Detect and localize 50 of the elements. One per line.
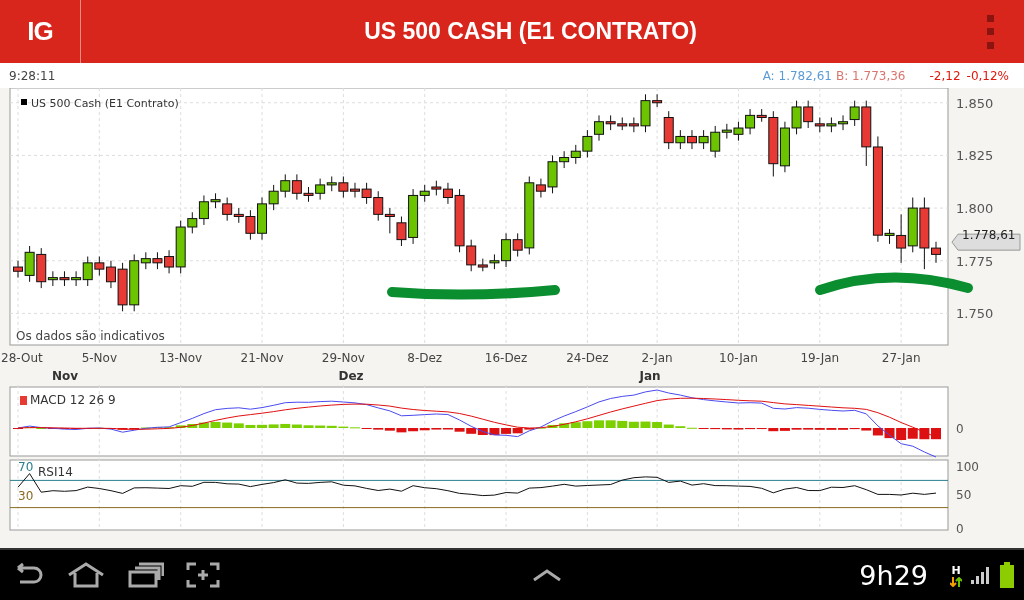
- date-axis-label: 21-Nov: [240, 351, 284, 365]
- status-clock: 9h29: [859, 559, 928, 591]
- signal-icon: [970, 565, 992, 585]
- macd-legend: MACD 12 26 9: [30, 393, 116, 407]
- date-axis-label: 27-Jan: [881, 351, 921, 365]
- last-price-label: 1.778,61: [962, 228, 1016, 243]
- date-axis-label: 29-Nov: [321, 351, 365, 365]
- quote-time: 9:28:11: [9, 68, 57, 83]
- date-axis-label: 5-Nov: [81, 351, 118, 365]
- screenshot-icon[interactable]: [186, 562, 220, 588]
- date-axis-label: 28-Out: [1, 351, 43, 365]
- price-axis-label: 1.750: [956, 306, 994, 322]
- rsi-axis-label: 0: [956, 522, 964, 536]
- disclaimer-note: Os dados são indicativos: [16, 329, 165, 343]
- month-label: Nov: [51, 369, 79, 383]
- chart-legend: US 500 Cash (E1 Contrato): [31, 97, 179, 110]
- month-label: Dez: [338, 369, 364, 383]
- rsi-legend: RSI14: [38, 465, 73, 479]
- network-type-label: H: [951, 563, 961, 577]
- date-axis-label: 13-Nov: [159, 351, 203, 365]
- date-axis-label: 10-Jan: [719, 351, 758, 365]
- upper-band-label: 70: [18, 460, 34, 474]
- caret-up-icon[interactable]: [532, 568, 562, 582]
- price-change: -2,12: [929, 68, 961, 83]
- recent-apps-icon[interactable]: [128, 562, 164, 588]
- legend-marker: [20, 396, 27, 405]
- macd-axis-label: 0: [956, 422, 964, 436]
- data-arrows-icon: [950, 576, 962, 587]
- price-axis-label: 1.825: [956, 148, 994, 164]
- instrument-title: US 500 CASH (E1 CONTRATO): [363, 18, 698, 45]
- bid-price: B: 1.773,36: [835, 68, 906, 83]
- battery-icon: [1000, 562, 1014, 588]
- percent-change: -0,12%: [966, 68, 1009, 83]
- candlestick: [384, 207, 395, 234]
- home-icon[interactable]: [66, 561, 106, 589]
- lower-band-label: 30: [18, 489, 34, 503]
- date-axis-label: 2-Jan: [641, 351, 673, 365]
- date-axis-label: 8-Dez: [407, 351, 443, 365]
- date-axis-label: 19-Jan: [800, 351, 840, 365]
- price-axis-label: 1.800: [956, 201, 994, 217]
- date-axis-label: 24-Dez: [566, 351, 609, 365]
- candlestick: [222, 197, 233, 222]
- month-label: Jan: [639, 369, 661, 383]
- price-axis-label: 1.775: [956, 253, 994, 269]
- ask-price: A: 1.782,61: [762, 68, 832, 83]
- rsi-axis-label: 100: [956, 460, 979, 474]
- legend-marker: [21, 99, 27, 105]
- rsi-axis-label: 50: [956, 488, 972, 502]
- price-axis-label: 1.850: [956, 95, 994, 111]
- date-axis-label: 16-Dez: [484, 351, 528, 365]
